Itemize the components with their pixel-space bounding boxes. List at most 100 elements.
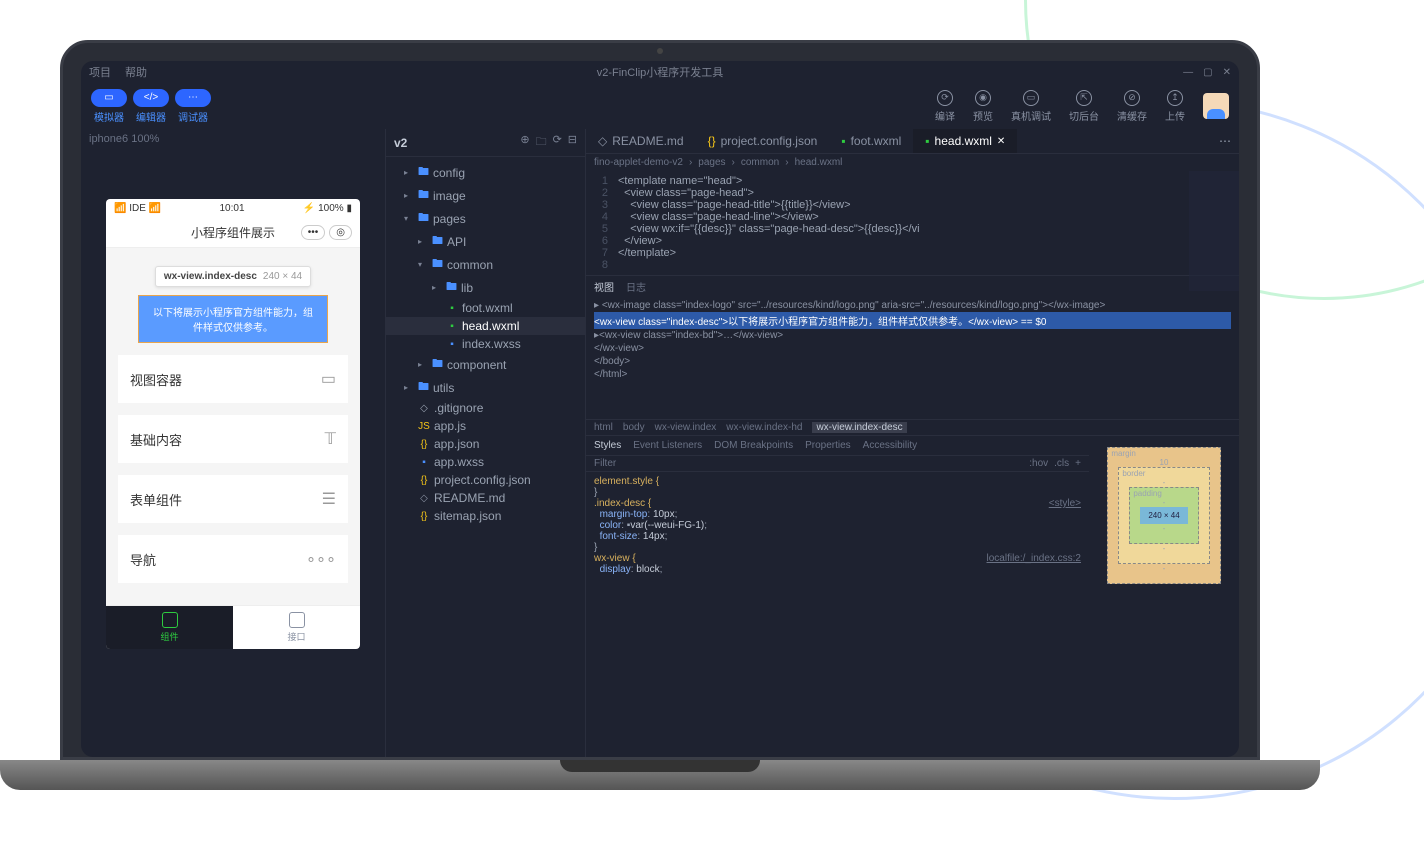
devtools-panel: 视图 日志 ▸ <wx-image class="index-logo" src… [586, 275, 1239, 595]
tree-file-appjson[interactable]: {}app.json [386, 435, 585, 453]
menu-help[interactable]: 帮助 [125, 64, 147, 80]
dom-bp-tab[interactable]: DOM Breakpoints [714, 440, 793, 451]
mode-editor-button[interactable]: </>编辑器 [133, 89, 169, 124]
tabbar-components[interactable]: 组件 [106, 606, 233, 649]
tree-file-readme[interactable]: ◇README.md [386, 489, 585, 507]
wxml-icon: ▪ [446, 321, 458, 332]
menu-card-form[interactable]: 表单组件☰ [118, 475, 348, 523]
devtools-tab-view[interactable]: 视图 [594, 279, 614, 294]
styles-filter-input[interactable]: Filter [594, 458, 616, 469]
collapse-icon[interactable]: ⊟ [568, 133, 577, 152]
styles-body[interactable]: element.style { } .index-desc {<style> m… [586, 472, 1089, 579]
explorer-root[interactable]: v2 [394, 136, 407, 150]
window-minimize-icon[interactable]: — [1183, 67, 1193, 78]
titlebar: 项目 帮助 v2-FinClip小程序开发工具 — ▢ ✕ [81, 61, 1239, 83]
file-explorer: v2 ⊕ 🗀 ⟳ ⊟ ▸🖿config ▸🖿image ▾🖿pages ▸🖿AP… [386, 129, 586, 757]
tree-file-foot-wxml[interactable]: ▪foot.wxml [386, 299, 585, 317]
close-icon[interactable]: ✕ [997, 136, 1005, 147]
elements-panel[interactable]: ▸ <wx-image class="index-logo" src="../r… [586, 297, 1239, 419]
user-avatar[interactable] [1203, 93, 1229, 119]
new-file-icon[interactable]: ⊕ [520, 133, 529, 152]
nav-title: 小程序组件展示 [191, 224, 275, 241]
tree-file-appwxss[interactable]: ▪app.wxss [386, 453, 585, 471]
capsule-menu-icon[interactable]: ••• [301, 225, 326, 240]
tree-file-appjs[interactable]: JSapp.js [386, 417, 585, 435]
remote-debug-button[interactable]: ▭真机调试 [1011, 90, 1051, 123]
tree-file-index-wxss[interactable]: ▪index.wxss [386, 335, 585, 353]
folder-icon: 🖿 [418, 209, 429, 228]
tree-folder-api[interactable]: ▸🖿API [386, 230, 585, 253]
tree-file-sitemap[interactable]: {}sitemap.json [386, 507, 585, 525]
tree-folder-common[interactable]: ▾🖿common [386, 253, 585, 276]
window-maximize-icon[interactable]: ▢ [1203, 67, 1212, 78]
file-icon: ◇ [418, 403, 430, 414]
wxml-icon: ▪ [446, 303, 458, 314]
refresh-icon[interactable]: ⟳ [553, 133, 562, 152]
tree-file-gitignore[interactable]: ◇.gitignore [386, 399, 585, 417]
add-rule-icon[interactable]: + [1075, 458, 1081, 469]
cls-button[interactable]: .cls [1054, 458, 1069, 469]
minimap[interactable] [1189, 171, 1239, 291]
upload-button[interactable]: ↥上传 [1165, 90, 1185, 123]
text-icon: 𝕋 [325, 429, 336, 449]
preview-button[interactable]: ◉预览 [973, 90, 993, 123]
js-icon: JS [418, 421, 430, 432]
menu-card-view-container[interactable]: 视图容器▭ [118, 355, 348, 403]
editor-tabs: ◇README.md {}project.config.json ▪foot.w… [586, 129, 1239, 154]
tab-readme[interactable]: ◇README.md [586, 129, 696, 153]
clear-cache-button[interactable]: ⊘清缓存 [1117, 90, 1147, 123]
elements-breadcrumb[interactable]: htmlbodywx-view.indexwx-view.index-hdwx-… [586, 419, 1239, 435]
tree-file-project-config[interactable]: {}project.config.json [386, 471, 585, 489]
tab-project-config[interactable]: {}project.config.json [696, 129, 830, 153]
window-close-icon[interactable]: ✕ [1223, 67, 1231, 78]
tree-folder-lib[interactable]: ▸🖿lib [386, 276, 585, 299]
wxss-icon: ▪ [446, 339, 458, 350]
devtools-tab-log[interactable]: 日志 [626, 279, 646, 294]
list-icon: ☰ [322, 489, 336, 509]
ide-window: 项目 帮助 v2-FinClip小程序开发工具 — ▢ ✕ ▭模拟器 </>编辑… [81, 61, 1239, 757]
folder-icon: 🖿 [418, 163, 429, 182]
highlighted-element[interactable]: 以下将展示小程序官方组件能力，组件样式仅供参考。 [138, 295, 328, 343]
new-folder-icon[interactable]: 🗀 [536, 133, 547, 152]
tree-file-head-wxml[interactable]: ▪head.wxml [386, 317, 585, 335]
tree-folder-config[interactable]: ▸🖿config [386, 161, 585, 184]
mode-simulator-button[interactable]: ▭模拟器 [91, 89, 127, 124]
menu-card-nav[interactable]: 导航∘∘∘ [118, 535, 348, 583]
simulator-panel: iphone6 100% 📶 IDE 📶 10:01 ⚡ 100% ▮ 小程序组… [81, 129, 386, 757]
breadcrumb[interactable]: fino-applet-demo-v2›pages›common›head.wx… [586, 154, 1239, 171]
md-icon: ◇ [418, 493, 430, 504]
grid-icon [162, 612, 178, 628]
capsule-close-icon[interactable]: ◎ [329, 225, 352, 240]
device-info[interactable]: iphone6 100% [81, 129, 385, 149]
json-icon: {} [418, 475, 430, 486]
json-icon: {} [418, 439, 430, 450]
tab-foot-wxml[interactable]: ▪foot.wxml [829, 129, 913, 153]
editor-area: ◇README.md {}project.config.json ▪foot.w… [586, 129, 1239, 757]
hov-button[interactable]: :hov [1029, 458, 1048, 469]
properties-tab[interactable]: Properties [805, 440, 851, 451]
compile-button[interactable]: ⟳编译 [935, 90, 955, 123]
menu-card-basic-content[interactable]: 基础内容𝕋 [118, 415, 348, 463]
tree-folder-utils[interactable]: ▸🖿utils [386, 376, 585, 399]
listeners-tab[interactable]: Event Listeners [633, 440, 702, 451]
mode-debugger-button[interactable]: ⋯调试器 [175, 89, 211, 124]
tab-head-wxml[interactable]: ▪head.wxml✕ [913, 129, 1017, 153]
folder-icon: 🖿 [446, 278, 457, 297]
tree-folder-image[interactable]: ▸🖿image [386, 184, 585, 207]
box-model: margin10 border- padding- 240 × 44 - - - [1089, 436, 1239, 595]
styles-tab[interactable]: Styles [594, 440, 621, 451]
phone-preview: 📶 IDE 📶 10:01 ⚡ 100% ▮ 小程序组件展示 •••◎ wx- [106, 199, 360, 649]
more-icon: ∘∘∘ [306, 549, 336, 569]
a11y-tab[interactable]: Accessibility [863, 440, 917, 451]
menu-project[interactable]: 项目 [89, 64, 111, 80]
status-time: 10:01 [220, 203, 245, 214]
tree-folder-pages[interactable]: ▾🖿pages [386, 207, 585, 230]
status-battery: ⚡ 100% ▮ [303, 203, 352, 214]
tree-folder-component[interactable]: ▸🖿component [386, 353, 585, 376]
wxss-icon: ▪ [418, 457, 430, 468]
background-button[interactable]: ⇱切后台 [1069, 90, 1099, 123]
code-editor[interactable]: 1<template name="head"> 2 <view class="p… [586, 171, 1239, 275]
toolbar: ▭模拟器 </>编辑器 ⋯调试器 ⟳编译 ◉预览 ▭真机调试 ⇱切后台 ⊘清缓存… [81, 83, 1239, 129]
tab-overflow-icon[interactable]: ⋯ [1211, 134, 1239, 148]
tabbar-api[interactable]: 接口 [233, 606, 360, 649]
